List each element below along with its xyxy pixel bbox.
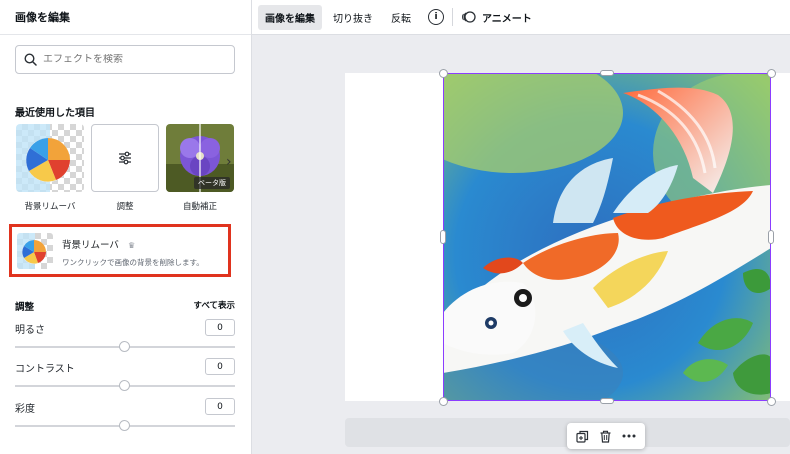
show-all-link[interactable]: すべて表示 — [193, 299, 235, 313]
koi-fish-artwork — [443, 73, 771, 401]
element-context-toolbar — [567, 423, 645, 449]
saturation-value[interactable]: 0 — [205, 398, 235, 415]
recent-item-label: 調整 — [116, 202, 134, 212]
contrast-value[interactable]: 0 — [205, 358, 235, 375]
brightness-label: 明るさ — [15, 325, 45, 336]
recent-item-background-remover[interactable]: 背景リムーバ — [16, 124, 84, 212]
animate-button[interactable]: アニメート — [461, 10, 532, 25]
resize-handle-right[interactable] — [768, 230, 774, 244]
contrast-label: コントラスト — [15, 364, 75, 375]
feature-description: ワンクリックで画像の背景を削除します。 — [62, 258, 204, 267]
chevron-right-icon[interactable]: › — [226, 154, 232, 170]
resize-handle-left[interactable] — [440, 230, 446, 244]
recent-items: 背景リムーバ 調整 ベータ版 自動補正 — [16, 124, 236, 214]
recent-item-label: 背景リムーバ — [24, 202, 76, 212]
info-icon[interactable]: i — [428, 9, 444, 25]
resize-handle-top[interactable] — [600, 70, 614, 76]
brightness-value[interactable]: 0 — [205, 319, 235, 336]
trash-icon[interactable] — [596, 426, 616, 446]
contrast-slider-thumb[interactable] — [119, 380, 130, 391]
adjust-header: 調整 すべて表示 — [15, 299, 235, 313]
crop-button[interactable]: 切り抜き — [326, 5, 380, 30]
recent-item-label: 自動補正 — [182, 202, 217, 212]
recent-section-title: 最近使用した項目 — [15, 108, 95, 119]
background-remover-feature[interactable]: 背景リムーバ ♛ ワンクリックで画像の背景を削除します。 — [9, 224, 231, 277]
top-toolbar: 画像を編集 切り抜き 反転 i アニメート — [252, 0, 790, 35]
recent-item-auto-enhance[interactable]: ベータ版 自動補正 — [166, 124, 234, 212]
resize-handle-bottom-right[interactable] — [767, 397, 776, 406]
auto-enhance-thumbnail: ベータ版 — [166, 124, 234, 192]
saturation-label: 彩度 — [15, 404, 35, 415]
feature-thumbnail — [17, 232, 53, 269]
flip-button[interactable]: 反転 — [384, 5, 418, 30]
adjust-thumbnail — [91, 124, 159, 192]
duplicate-icon[interactable] — [573, 426, 593, 446]
brightness-slider-thumb[interactable] — [119, 341, 130, 352]
animate-icon — [462, 11, 476, 23]
feature-title: 背景リムーバ — [62, 240, 119, 251]
crown-icon: ♛ — [128, 241, 136, 250]
resize-handle-bottom[interactable] — [600, 398, 614, 404]
toolbar-divider — [452, 8, 453, 26]
edit-image-button[interactable]: 画像を編集 — [258, 4, 322, 30]
adjust-title: 調整 — [15, 302, 35, 313]
beach-ball-image — [17, 232, 46, 269]
sliders-icon — [119, 151, 131, 165]
panel-title: 画像を編集 — [0, 0, 251, 35]
resize-handle-top-left[interactable] — [439, 69, 448, 78]
koi-image[interactable] — [443, 73, 771, 401]
beach-ball-image — [16, 124, 70, 192]
search-input[interactable] — [43, 54, 223, 65]
search-icon — [24, 53, 37, 66]
animate-label: アニメート — [482, 13, 532, 25]
background-remover-thumbnail — [16, 124, 84, 192]
resize-handle-bottom-left[interactable] — [439, 397, 448, 406]
search-box[interactable] — [15, 45, 235, 74]
edit-image-panel: 画像を編集 最近使用した項目 背景リムーバ — [0, 0, 252, 454]
more-options-icon[interactable] — [619, 426, 639, 446]
recent-item-adjust[interactable]: 調整 — [91, 124, 159, 212]
saturation-slider-thumb[interactable] — [119, 420, 130, 431]
resize-handle-top-right[interactable] — [767, 69, 776, 78]
beta-badge: ベータ版 — [194, 177, 230, 189]
